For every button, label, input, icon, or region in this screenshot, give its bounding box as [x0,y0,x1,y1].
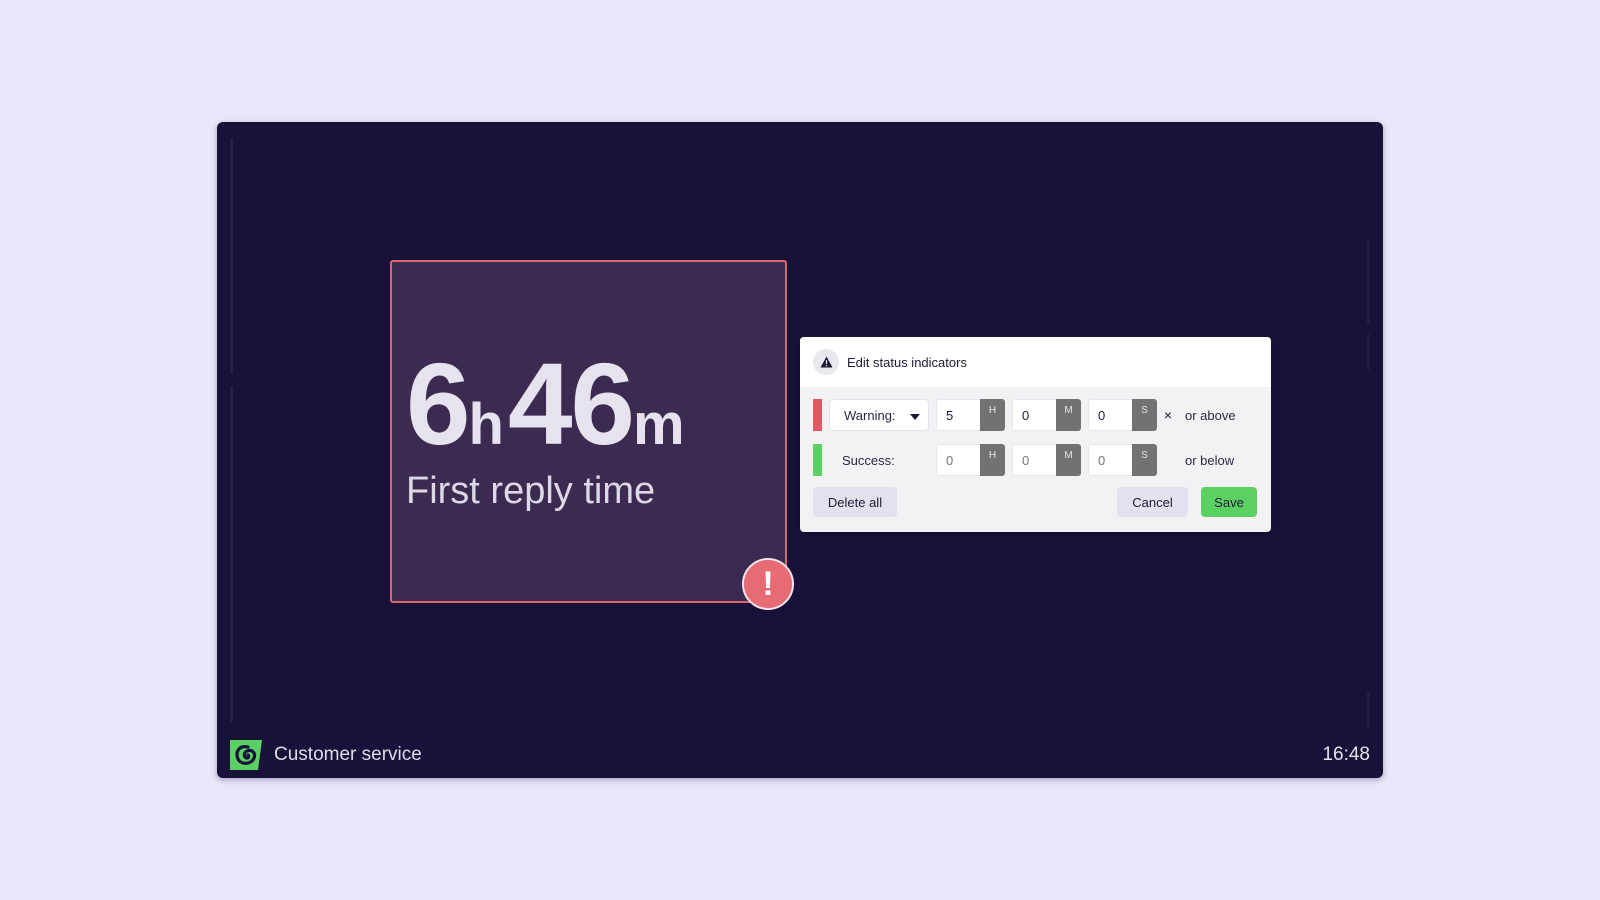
dashboard-title: Customer service [274,744,422,765]
minutes-unit-tag: M [1056,399,1081,431]
success-minutes-input[interactable] [1012,444,1056,476]
metric-minutes-unit: m [632,392,685,457]
warning-hours-field: H [936,399,1005,431]
chevron-down-icon [910,413,920,420]
dialog-header: Edit status indicators [800,337,1271,387]
success-color-indicator [813,444,822,476]
minutes-unit-tag: M [1056,444,1081,476]
success-suffix: or below [1185,452,1235,468]
warning-minutes-field: M [1012,399,1081,431]
warning-threshold-row: Warning: H M S × or above [813,399,1236,431]
seconds-unit-tag: S [1132,399,1157,431]
delete-all-button[interactable]: Delete all [813,487,897,517]
swirl-logo-icon [230,740,262,770]
warning-seconds-input[interactable] [1088,399,1132,431]
clear-warning-icon[interactable]: × [1161,407,1175,423]
warning-color-indicator [813,399,822,431]
warning-minutes-input[interactable] [1012,399,1056,431]
warning-hours-input[interactable] [936,399,980,431]
metric-value: 6h46m [406,346,689,462]
edit-status-indicators-dialog: Edit status indicators Warning: H M S × … [800,337,1271,532]
metric-minutes: 46 [507,339,635,469]
left-edge-scroll-track [230,138,233,374]
dialog-title: Edit status indicators [847,354,967,370]
right-edge-line-2 [1367,334,1370,370]
success-minutes-field: M [1012,444,1081,476]
hours-unit-tag: H [980,444,1005,476]
right-edge-line-3 [1367,692,1370,728]
warning-seconds-field: S [1088,399,1157,431]
status-type-dropdown[interactable]: Warning: [829,399,929,431]
cancel-button[interactable]: Cancel [1117,487,1188,517]
metric-widget-first-reply-time[interactable]: 6h46m First reply time [390,260,787,603]
success-hours-field: H [936,444,1005,476]
metric-hours-unit: h [468,392,504,457]
save-button[interactable]: Save [1201,487,1257,517]
alert-badge-icon[interactable]: ! [742,558,794,610]
success-status-label: Success: [842,452,895,468]
right-edge-line [1367,240,1370,324]
hours-unit-tag: H [980,399,1005,431]
warning-triangle-icon [813,349,839,375]
success-seconds-input[interactable] [1088,444,1132,476]
success-seconds-field: S [1088,444,1157,476]
clock: 16:48 [1322,744,1370,765]
status-type-label: Warning: [844,407,896,423]
left-edge-scroll-track-lower [230,386,233,722]
metric-hours: 6 [406,339,471,469]
warning-suffix: or above [1185,407,1236,423]
metric-label: First reply time [406,470,656,512]
seconds-unit-tag: S [1132,444,1157,476]
success-hours-input[interactable] [936,444,980,476]
success-threshold-row: Success: H M S or below [813,444,1234,476]
